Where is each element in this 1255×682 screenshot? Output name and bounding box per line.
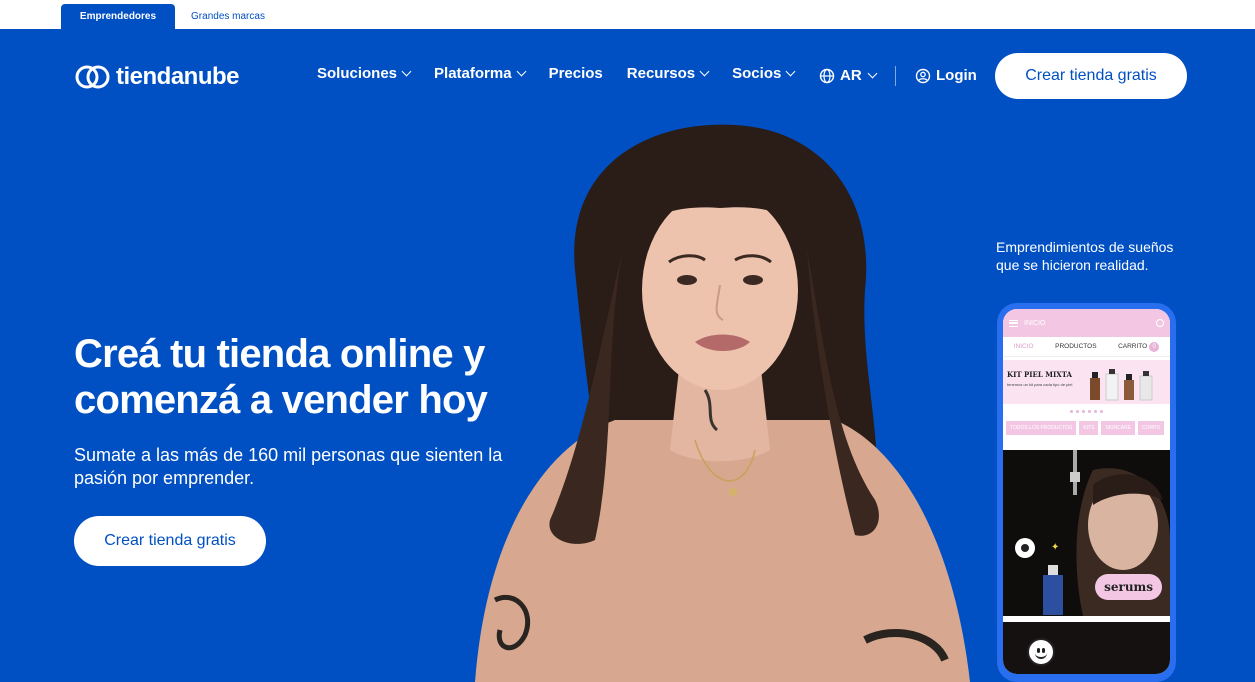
login-link[interactable]: Login [915,67,977,84]
smiley-mouth [1035,651,1047,659]
carousel-dot [1076,409,1079,413]
carousel-dot [1070,409,1073,413]
chevron-down-icon [785,66,796,77]
nav-precios-label: Precios [548,65,603,82]
carousel-dots [1003,404,1170,418]
nav-plataforma-label: Plataforma [434,65,512,82]
phone-tab-inicio: INICIO [1013,343,1034,350]
nav-socios-label: Socios [732,65,782,82]
product-bottles-image [1090,369,1153,401]
smiley-icon [1027,638,1055,666]
globe-icon [819,68,835,83]
entrepreneur-photo [475,124,970,682]
serums-badge: serums [1095,574,1162,600]
chevron-down-icon [516,66,527,77]
nav-recursos-label: Recursos [626,65,696,82]
carousel-dot [1088,409,1091,413]
create-store-button-header[interactable]: Crear tienda gratis [995,53,1187,99]
nav-recursos[interactable]: Recursos [626,65,710,82]
user-circle-icon [915,68,931,83]
logo-text: tiendanube [116,63,240,90]
phone-tab-carrito: CARRITO 0 [1118,341,1160,352]
login-label: Login [936,67,977,84]
audience-bar: Emprendedores Grandes marcas [0,0,1255,29]
create-store-button-hero[interactable]: Crear tienda gratis [74,516,266,566]
hero-subtitle: Sumate a las más de 160 mil personas que… [74,445,503,488]
search-icon [1156,319,1164,327]
header: tiendanube Soluciones Plataforma Precios… [0,29,1255,123]
chevron-down-icon [867,68,878,79]
region-label: AR [840,67,862,84]
phone-category-chips: TODOS LOS PRODUCTOS KITS SKINCARE CORPO [1003,418,1170,438]
phone-top-label: INICIO [1024,319,1046,327]
chevron-down-icon [699,66,710,77]
nav-precios[interactable]: Precios [549,65,603,82]
logo[interactable]: tiendanube [74,63,240,91]
tab-grandes-marcas[interactable]: Grandes marcas [180,4,276,29]
chip-kits: KITS [1079,421,1099,435]
chip-todos: TODOS LOS PRODUCTOS [1006,421,1077,435]
phone-bottom-section [1003,622,1170,674]
phone-banner: KIT PIEL MIXTA tenemos un kit para cada … [1003,360,1170,404]
phone-product-photo: ✦ serums [1003,450,1170,616]
chip-corpo: CORPO [1138,421,1165,435]
nav-soluciones-label: Soluciones [317,65,398,82]
main-nav: Soluciones Plataforma Precios Recursos S… [317,65,818,82]
nav-soluciones[interactable]: Soluciones [317,65,412,82]
carousel-dot [1082,409,1085,413]
phone-top-bar: INICIO [1003,309,1170,337]
svg-text:✦: ✦ [1051,542,1059,553]
tab-emprendedores[interactable]: Emprendedores [61,4,175,29]
nav-socios[interactable]: Socios [732,65,796,82]
chevron-down-icon [401,66,412,77]
phone-tab-carrito-label: CARRITO [1118,342,1148,350]
carousel-dot [1100,409,1103,413]
phone-banner-title: KIT PIEL MIXTA [1007,370,1072,379]
nav-divider [895,66,896,86]
cloud-logo-icon [75,65,110,89]
menu-icon [1009,319,1018,327]
phone-banner-subtitle: tenemos un kit para cada tipo de piel [1007,382,1073,387]
phone-tabs: INICIO PRODUCTOS CARRITO 0 [1003,337,1170,357]
cart-count-badge: 0 [1149,341,1160,352]
phone-screen: INICIO INICIO PRODUCTOS CARRITO 0 KIT PIE… [1003,309,1170,674]
phone-tab-productos: PRODUCTOS [1055,343,1097,350]
region-selector[interactable]: AR [819,67,878,84]
showcase-caption: Emprendimientos de sueños que se hiciero… [996,239,1174,273]
chip-skincare: SKINCARE [1101,421,1136,435]
carousel-dot [1094,409,1097,413]
nav-plataforma[interactable]: Plataforma [434,65,527,82]
phone-mockup: INICIO INICIO PRODUCTOS CARRITO 0 KIT PIE… [997,303,1176,682]
